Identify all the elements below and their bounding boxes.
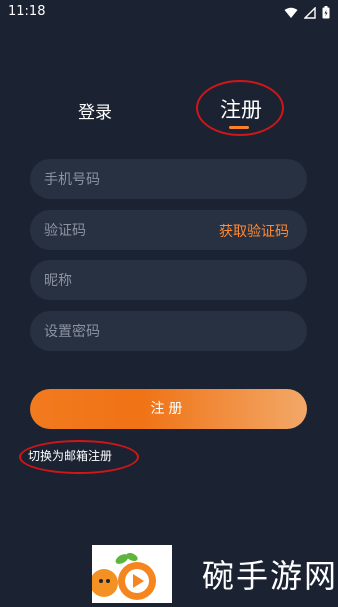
- status-icons: [284, 4, 330, 23]
- code-input[interactable]: [42, 210, 216, 252]
- watermark-logo-icon: [90, 545, 172, 603]
- password-input[interactable]: [42, 311, 216, 353]
- register-button[interactable]: 注册: [30, 389, 307, 429]
- annotation-circle-switch-email: [19, 440, 139, 474]
- status-time: 11:18: [8, 4, 46, 19]
- auth-tabs: 登录 注册: [0, 90, 338, 130]
- wifi-icon: [284, 4, 298, 23]
- watermark: 碗手游网: [90, 545, 338, 603]
- get-code-button[interactable]: 获取验证码: [219, 221, 289, 241]
- phone-field: [30, 159, 307, 201]
- battery-icon: [322, 4, 330, 23]
- signal-icon: [303, 4, 316, 23]
- nickname-field: [30, 260, 307, 302]
- tab-login[interactable]: 登录: [78, 98, 112, 123]
- annotation-circle-register-tab: [196, 80, 284, 136]
- nickname-input[interactable]: [42, 260, 216, 302]
- phone-input[interactable]: [42, 159, 216, 201]
- code-field: 获取验证码: [30, 210, 307, 252]
- watermark-text: 碗手游网: [202, 557, 338, 595]
- status-bar: 11:18: [0, 0, 338, 24]
- password-field: [30, 311, 307, 353]
